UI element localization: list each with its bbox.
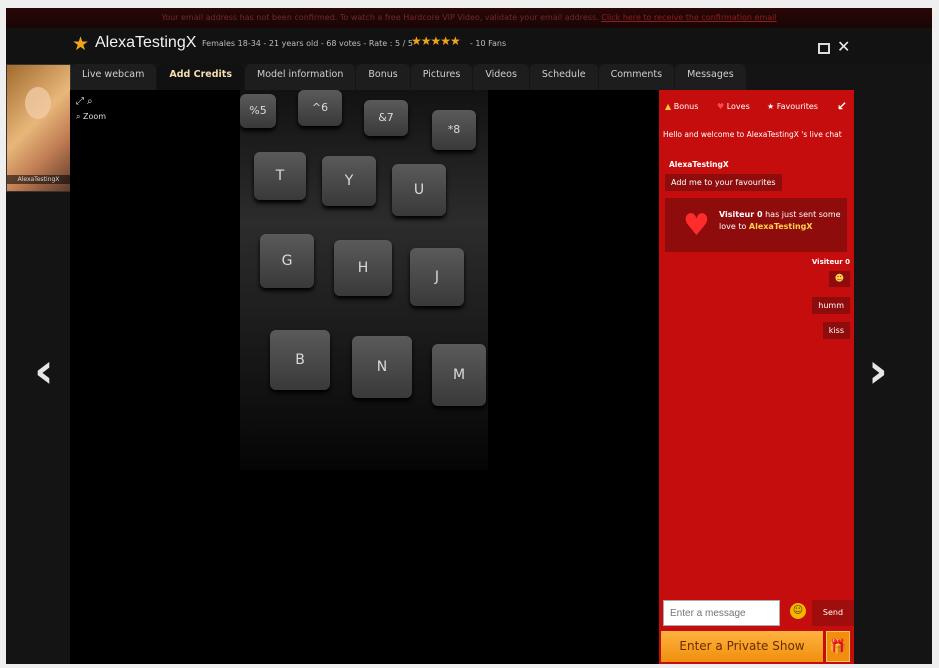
tab-videos[interactable]: Videos bbox=[473, 64, 529, 90]
video-area: ⤢⌕ ⌕ Zoom %5 ^6 &7 *8 T Y U G H J B N M bbox=[70, 90, 664, 664]
private-show-button[interactable]: Enter a Private Show bbox=[661, 631, 823, 662]
favorite-star-icon[interactable]: ★ bbox=[72, 33, 89, 55]
tab-comments[interactable]: Comments bbox=[598, 64, 675, 90]
tab-pictures[interactable]: Pictures bbox=[410, 64, 473, 90]
loves-label: Loves bbox=[726, 102, 750, 111]
tab-schedule[interactable]: Schedule bbox=[529, 64, 598, 90]
bonus-button[interactable]: ▲ Bonus bbox=[665, 102, 698, 111]
email-notice-text: Your email address has not been confirme… bbox=[161, 13, 599, 22]
keyboard-key: *8 bbox=[432, 110, 476, 150]
visitor-name: Visiteur 0 bbox=[811, 258, 850, 266]
popout-arrow-icon[interactable]: ↙ bbox=[837, 99, 847, 113]
chat-message: kiss bbox=[822, 322, 850, 339]
loves-button[interactable]: ♥ Loves bbox=[717, 102, 750, 111]
keyboard-key: Y bbox=[322, 156, 376, 206]
chat-message: humm bbox=[812, 297, 850, 314]
model-thumbnail[interactable]: AlexaTestingX bbox=[6, 64, 71, 192]
message-input[interactable] bbox=[663, 600, 780, 626]
email-notice: Your email address has not been confirme… bbox=[6, 8, 932, 28]
smile-emoji-icon: ☻ bbox=[828, 271, 850, 287]
keyboard-key: U bbox=[392, 164, 446, 216]
tab-messages[interactable]: Messages bbox=[675, 64, 746, 90]
love-user: Visiteur 0 bbox=[719, 210, 763, 219]
love-model: AlexaTestingX bbox=[748, 222, 813, 231]
keyboard-key: &7 bbox=[364, 100, 408, 136]
model-name: AlexaTestingX bbox=[95, 34, 197, 51]
model-meta: Females 18-34 - 21 years old - 68 votes … bbox=[202, 39, 413, 48]
keyboard-key: B bbox=[270, 330, 330, 390]
love-text: Visiteur 0 has just sent some love to Al… bbox=[719, 209, 847, 233]
bonus-label: Bonus bbox=[673, 102, 699, 111]
gift-icon[interactable]: 🎁 bbox=[826, 631, 850, 662]
star-small-icon: ★ bbox=[767, 102, 775, 111]
close-icon[interactable]: ✕ bbox=[837, 37, 850, 56]
favourites-button[interactable]: ★ Favourites bbox=[767, 102, 818, 111]
chat-message: Add me to your favourites bbox=[665, 174, 782, 191]
keyboard-key: N bbox=[352, 336, 412, 398]
restore-window-icon[interactable] bbox=[818, 43, 830, 54]
tab-bar: Live webcam Add Credits Model informatio… bbox=[70, 64, 747, 90]
chat-toolbar: ▲ Bonus ♥ Loves ★ Favourites ↙ bbox=[659, 97, 854, 119]
heart-small-icon: ♥ bbox=[717, 102, 725, 111]
chat-username: AlexaTestingX bbox=[669, 160, 729, 169]
fullscreen-zoom-icons[interactable]: ⤢⌕ bbox=[76, 96, 96, 107]
keyboard-key: J bbox=[410, 248, 464, 306]
tab-add-credits[interactable]: Add Credits bbox=[157, 64, 244, 90]
keyboard-key: ^6 bbox=[298, 90, 342, 126]
tab-bonus[interactable]: Bonus bbox=[356, 64, 410, 90]
confirm-email-link[interactable]: Click here to receive the confirmation e… bbox=[601, 13, 776, 22]
fans-count: - 10 Fans bbox=[470, 39, 507, 48]
next-model-arrow-icon[interactable]: › bbox=[868, 343, 888, 399]
love-notification: ♥ Visiteur 0 has just sent some love to … bbox=[665, 198, 847, 252]
bonus-icon: ▲ bbox=[665, 102, 672, 111]
model-header: ★ AlexaTestingX Females 18-34 - 21 years… bbox=[6, 28, 932, 64]
heart-icon: ♥ bbox=[683, 208, 710, 243]
keyboard-key: %5 bbox=[240, 94, 276, 128]
chat-panel: ▲ Bonus ♥ Loves ★ Favourites ↙ Hello and… bbox=[659, 90, 854, 664]
zoom-label: Zoom bbox=[83, 112, 107, 121]
tab-live-webcam[interactable]: Live webcam bbox=[70, 64, 157, 90]
app-frame: Your email address has not been confirme… bbox=[6, 8, 932, 664]
zoom-button[interactable]: ⌕ Zoom bbox=[76, 112, 106, 122]
tab-model-information[interactable]: Model information bbox=[245, 64, 356, 90]
thumbnail-label: AlexaTestingX bbox=[7, 175, 70, 184]
prev-model-arrow-icon[interactable]: ‹ bbox=[34, 343, 54, 399]
keyboard-key: H bbox=[334, 240, 392, 296]
thumbnail-face bbox=[25, 87, 51, 119]
keyboard-key: T bbox=[254, 152, 306, 200]
keyboard-key: M bbox=[432, 344, 486, 406]
favourites-label: Favourites bbox=[776, 102, 818, 111]
send-button[interactable]: Send bbox=[812, 600, 854, 626]
emoji-picker-icon[interactable]: ☺ bbox=[790, 603, 806, 619]
chat-welcome: Hello and welcome to AlexaTestingX 's li… bbox=[663, 130, 842, 139]
keyboard-key: G bbox=[260, 234, 314, 288]
rating-stars: ★★★★★ bbox=[411, 34, 461, 48]
video-feed: %5 ^6 &7 *8 T Y U G H J B N M bbox=[240, 90, 488, 470]
